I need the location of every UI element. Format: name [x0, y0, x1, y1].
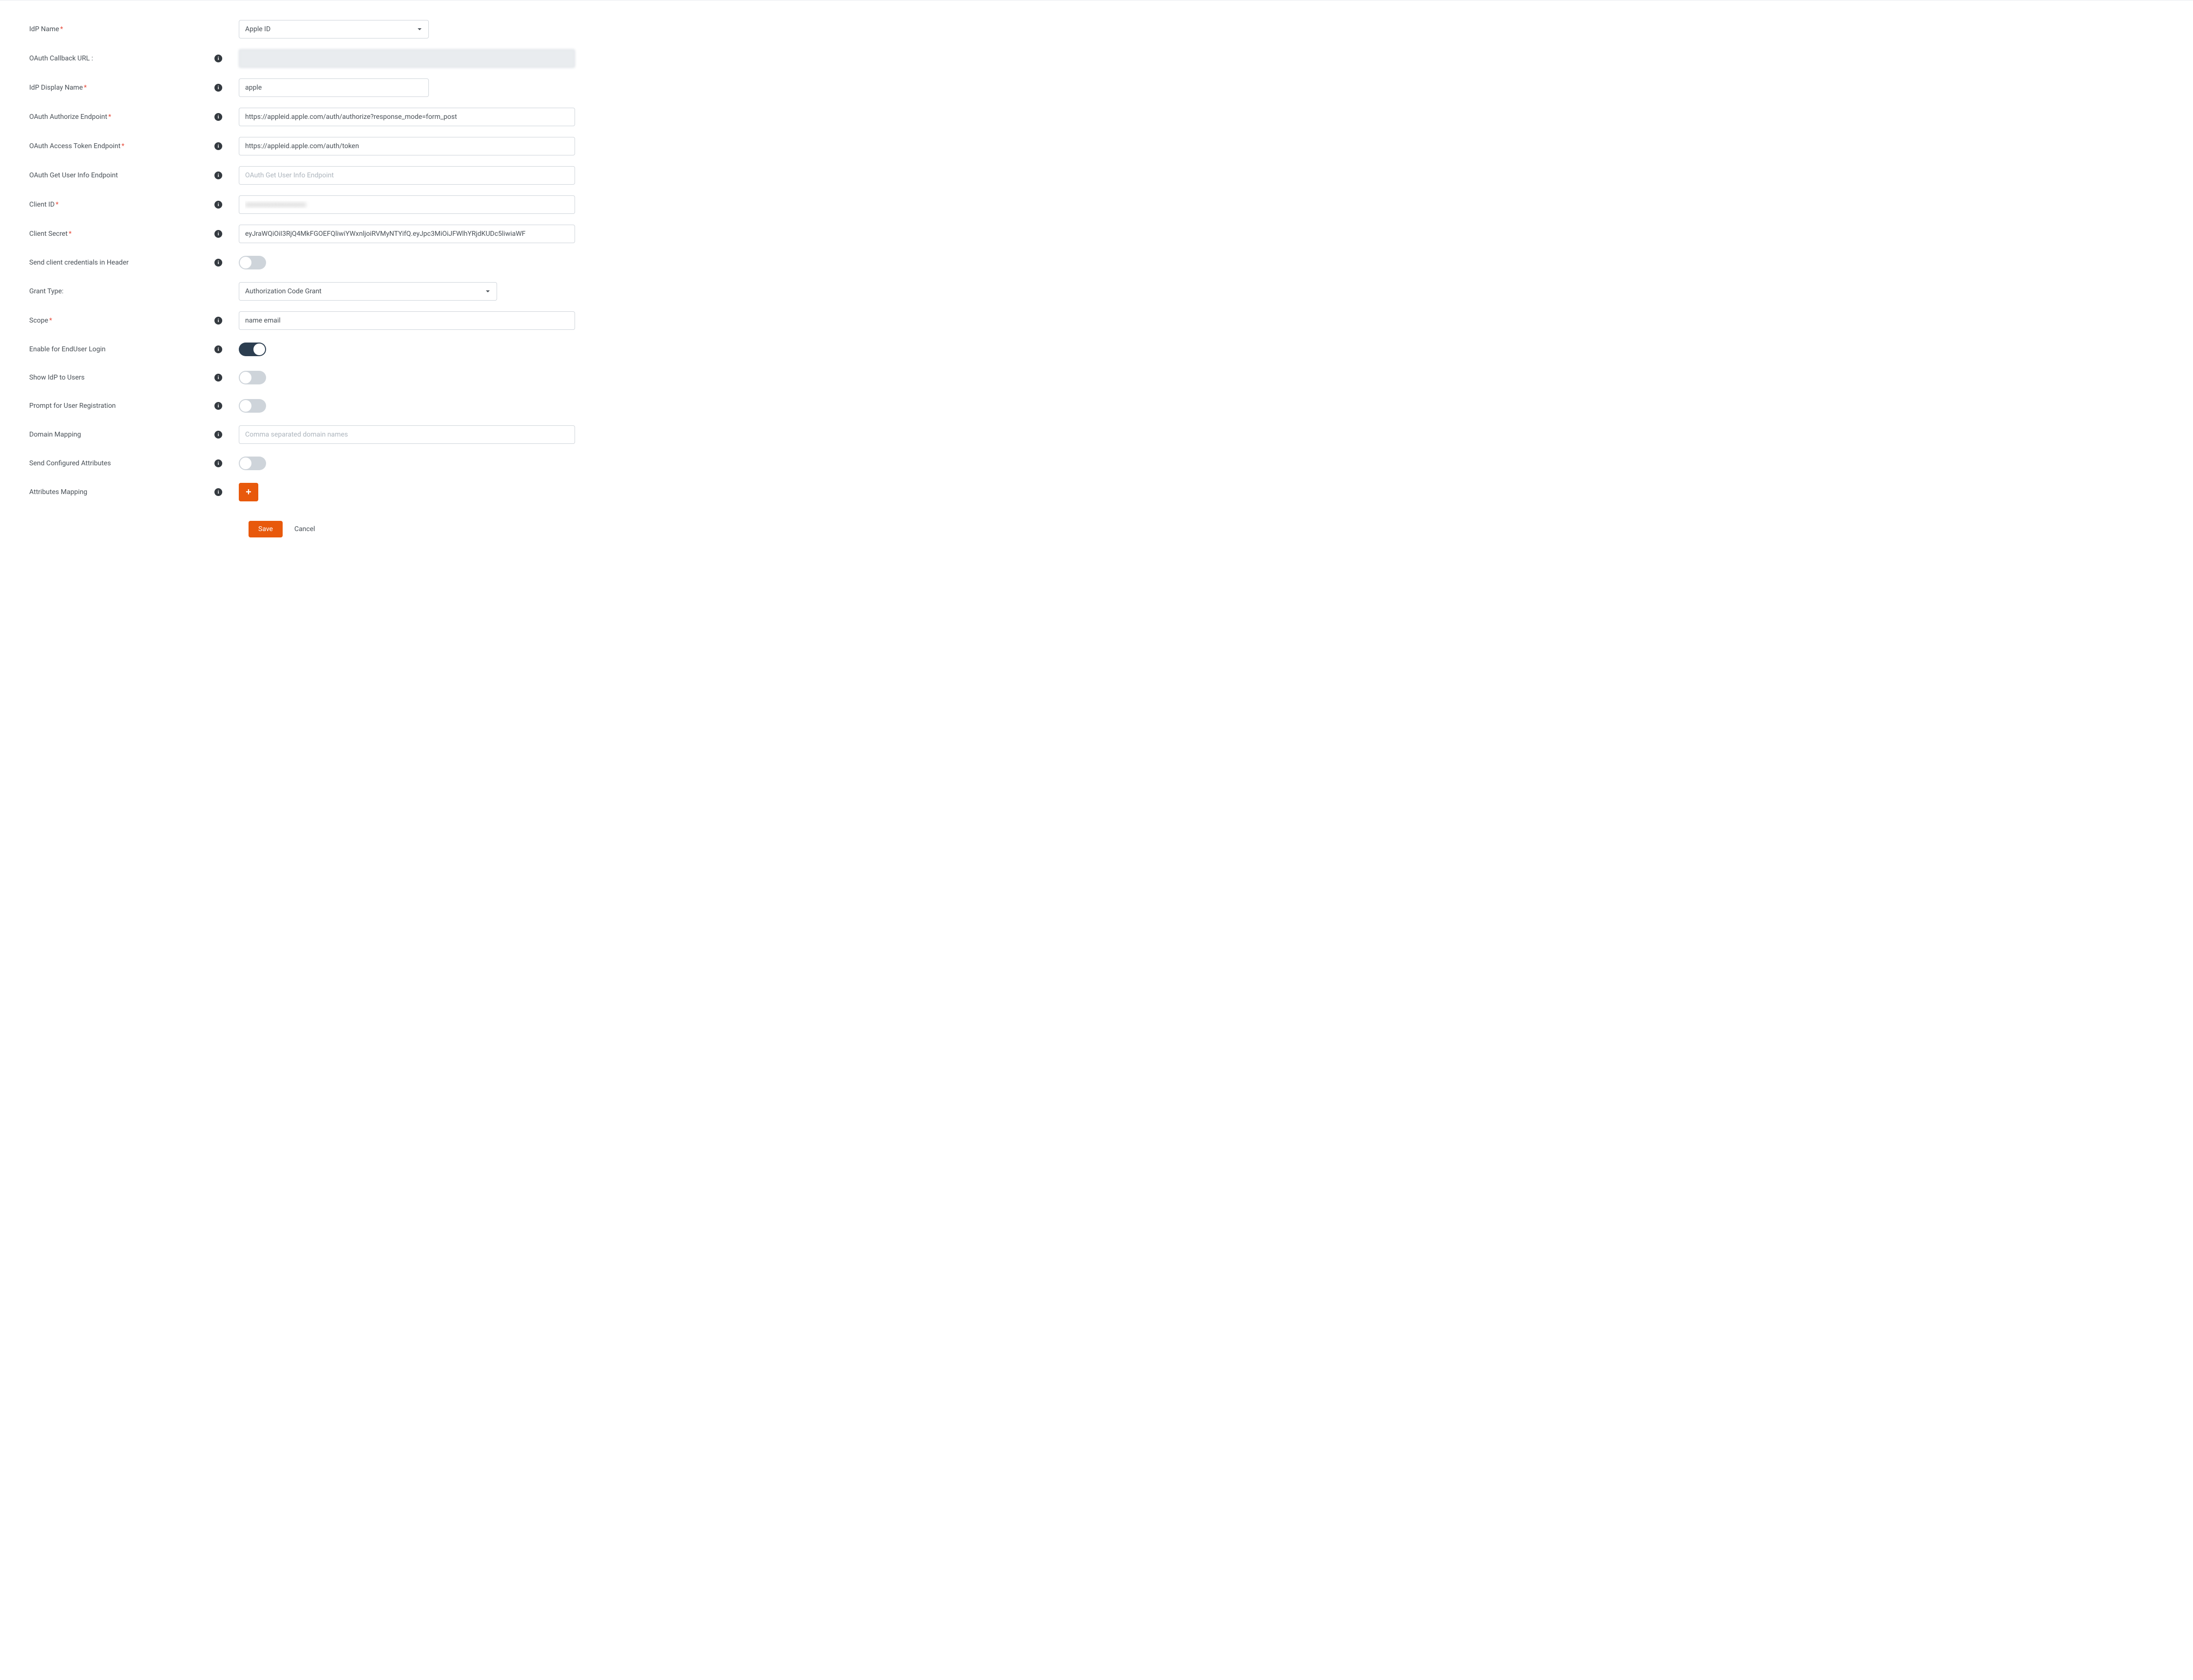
label-oauth-userinfo: OAuth Get User Info Endpoint: [29, 172, 214, 179]
row-oauth-callback: OAuth Callback URL : i: [29, 49, 575, 68]
row-send-header: Send client credentials in Header i: [29, 254, 575, 271]
row-send-attrs: Send Configured Attributes i: [29, 455, 575, 472]
info-icon[interactable]: i: [214, 84, 222, 92]
row-prompt-reg: Prompt for User Registration i: [29, 397, 575, 415]
label-idp-display-name: IdP Display Name*: [29, 84, 214, 92]
show-idp-toggle[interactable]: [239, 371, 266, 384]
plus-icon: +: [246, 487, 251, 498]
oauth-token-input[interactable]: [239, 137, 575, 155]
label-attrs-mapping: Attributes Mapping: [29, 488, 214, 496]
info-icon[interactable]: i: [214, 488, 222, 496]
row-client-secret: Client Secret* i: [29, 225, 575, 243]
row-idp-name: IdP Name* Apple ID: [29, 20, 575, 38]
domain-mapping-input[interactable]: [239, 425, 575, 444]
scope-input[interactable]: [239, 311, 575, 330]
row-domain-mapping: Domain Mapping i: [29, 425, 575, 444]
label-prompt-reg: Prompt for User Registration: [29, 402, 214, 410]
label-send-header: Send client credentials in Header: [29, 259, 214, 267]
client-secret-input[interactable]: [239, 225, 575, 243]
row-idp-display-name: IdP Display Name* i: [29, 78, 575, 97]
info-icon[interactable]: i: [214, 259, 222, 267]
info-icon[interactable]: i: [214, 113, 222, 121]
label-grant-type: Grant Type:: [29, 287, 214, 295]
client-id-input[interactable]: [239, 195, 575, 214]
row-grant-type: Grant Type: Authorization Code Grant: [29, 282, 575, 301]
idp-name-select[interactable]: Apple ID: [239, 20, 429, 38]
info-icon[interactable]: i: [214, 317, 222, 325]
add-attribute-button[interactable]: +: [239, 483, 258, 501]
prompt-reg-toggle[interactable]: [239, 399, 266, 413]
info-icon[interactable]: i: [214, 431, 222, 439]
info-icon[interactable]: i: [214, 459, 222, 467]
info-icon[interactable]: i: [214, 402, 222, 410]
cancel-button[interactable]: Cancel: [294, 525, 315, 533]
label-enable-enduser: Enable for EndUser Login: [29, 345, 214, 353]
info-icon[interactable]: i: [214, 55, 222, 62]
row-enable-enduser: Enable for EndUser Login i: [29, 341, 575, 358]
label-oauth-authorize: OAuth Authorize Endpoint*: [29, 113, 214, 121]
row-client-id: Client ID* i: [29, 195, 575, 214]
label-client-secret: Client Secret*: [29, 230, 214, 238]
row-show-idp: Show IdP to Users i: [29, 369, 575, 386]
info-icon[interactable]: i: [214, 172, 222, 179]
label-oauth-token: OAuth Access Token Endpoint*: [29, 142, 214, 150]
save-button[interactable]: Save: [249, 521, 283, 537]
info-icon[interactable]: i: [214, 230, 222, 238]
send-attrs-toggle[interactable]: [239, 457, 266, 470]
label-oauth-callback: OAuth Callback URL :: [29, 55, 214, 62]
info-icon[interactable]: i: [214, 201, 222, 209]
oauth-authorize-input[interactable]: [239, 108, 575, 126]
row-oauth-token: OAuth Access Token Endpoint* i: [29, 137, 575, 155]
row-attrs-mapping: Attributes Mapping i +: [29, 483, 575, 501]
row-oauth-userinfo: OAuth Get User Info Endpoint i: [29, 166, 575, 185]
oauth-callback-input: [239, 49, 575, 68]
label-show-idp: Show IdP to Users: [29, 374, 214, 382]
info-icon[interactable]: i: [214, 345, 222, 353]
row-scope: Scope* i: [29, 311, 575, 330]
info-icon[interactable]: i: [214, 142, 222, 150]
idp-display-name-input[interactable]: [239, 78, 429, 97]
info-icon[interactable]: i: [214, 374, 222, 382]
idp-config-form: IdP Name* Apple ID OAuth Callback URL : …: [0, 20, 604, 557]
oauth-userinfo-input[interactable]: [239, 166, 575, 185]
label-scope: Scope*: [29, 317, 214, 325]
label-domain-mapping: Domain Mapping: [29, 431, 214, 439]
send-header-toggle[interactable]: [239, 256, 266, 269]
enable-enduser-toggle[interactable]: [239, 343, 266, 356]
row-oauth-authorize: OAuth Authorize Endpoint* i: [29, 108, 575, 126]
label-idp-name: IdP Name*: [29, 25, 214, 33]
label-client-id: Client ID*: [29, 201, 214, 209]
form-actions: Save Cancel: [249, 521, 575, 537]
label-send-attrs: Send Configured Attributes: [29, 459, 214, 467]
grant-type-select[interactable]: Authorization Code Grant: [239, 282, 497, 301]
